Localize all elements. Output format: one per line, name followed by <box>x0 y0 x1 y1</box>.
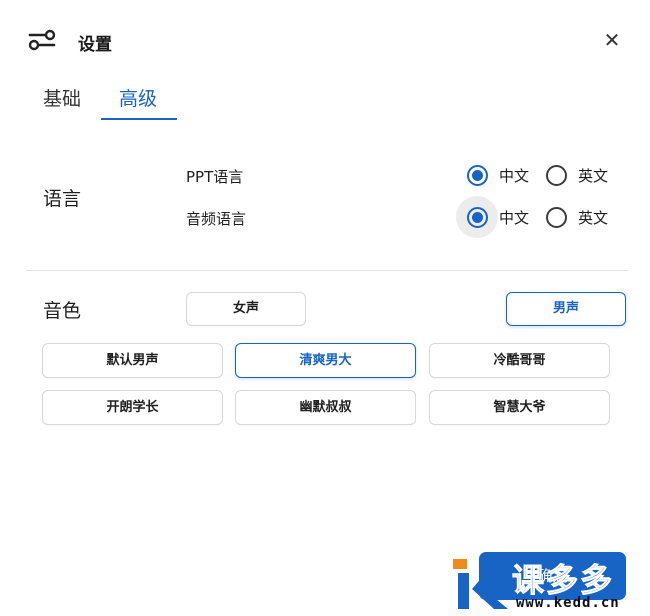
audio-language-chinese-label[interactable]: 中文 <box>499 207 529 228</box>
voice-option-default-male[interactable]: 默认男声 <box>42 343 223 378</box>
ppt-language-english-label[interactable]: 英文 <box>578 165 608 186</box>
audio-language-chinese-radio[interactable] <box>467 207 488 228</box>
ppt-language-label: PPT语言 <box>186 168 244 186</box>
voice-option-fresh-young-man[interactable]: 清爽男大 <box>235 343 416 378</box>
female-voice-button[interactable]: 女声 <box>186 292 306 326</box>
watermark-logo-icon <box>453 559 508 609</box>
settings-dialog: 设置 ✕ 基础 高级 语言 PPT语言 中文 英文 音频语言 中文 英文 音色 … <box>0 0 650 616</box>
voice-section-label: 音色 <box>43 300 82 322</box>
ppt-language-english-radio[interactable] <box>546 165 567 186</box>
language-section-label: 语言 <box>43 188 82 210</box>
watermark-url: www.kedd.cn <box>516 595 620 611</box>
close-icon: ✕ <box>603 28 621 52</box>
audio-language-english-radio[interactable] <box>546 207 567 228</box>
active-tab-indicator <box>101 118 177 120</box>
voice-option-humorous-uncle[interactable]: 幽默叔叔 <box>235 390 416 425</box>
voice-option-wise-elder[interactable]: 智慧大爷 <box>429 390 610 425</box>
voice-option-cool-brother[interactable]: 冷酷哥哥 <box>429 343 610 378</box>
audio-language-english-label[interactable]: 英文 <box>578 207 608 228</box>
audio-language-label: 音频语言 <box>186 210 247 228</box>
settings-sliders-icon <box>28 29 56 51</box>
male-voice-button[interactable]: 男声 <box>506 292 626 326</box>
close-button[interactable]: ✕ <box>598 28 626 52</box>
tab-advanced[interactable]: 高级 <box>119 84 157 111</box>
ppt-language-chinese-label[interactable]: 中文 <box>499 165 529 186</box>
ppt-language-chinese-radio[interactable] <box>467 165 488 186</box>
voice-option-cheerful-senior[interactable]: 开朗学长 <box>42 390 223 425</box>
watermark: 课多多 www.kedd.cn <box>450 555 650 616</box>
section-divider <box>26 270 628 271</box>
tab-basic[interactable]: 基础 <box>43 84 81 111</box>
dialog-title: 设置 <box>78 35 112 55</box>
